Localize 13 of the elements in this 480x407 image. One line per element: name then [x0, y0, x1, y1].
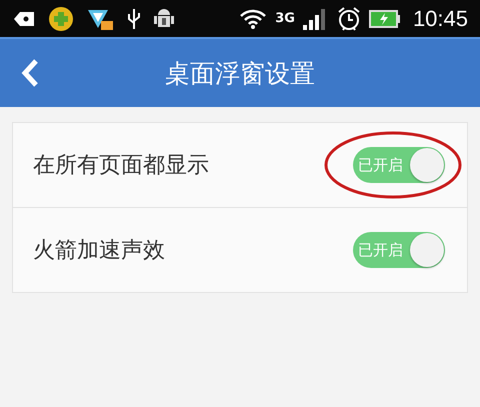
battery-icon: [368, 10, 401, 28]
setting-label: 在所有页面都显示: [33, 152, 209, 180]
toggle-switch[interactable]: 已开启: [353, 232, 445, 268]
network-type: 3G: [275, 11, 295, 26]
clock: 10:45: [412, 6, 468, 32]
page-title: 桌面浮窗设置: [164, 58, 316, 90]
setting-label: 火箭加速声效: [33, 237, 165, 265]
usb-icon: [126, 6, 142, 30]
notification-icon: [14, 10, 36, 28]
alarm-icon: [336, 6, 361, 32]
toggle-switch[interactable]: 已开启: [353, 147, 445, 183]
badge-icon: [48, 6, 74, 32]
wifi-icon: [239, 8, 268, 30]
